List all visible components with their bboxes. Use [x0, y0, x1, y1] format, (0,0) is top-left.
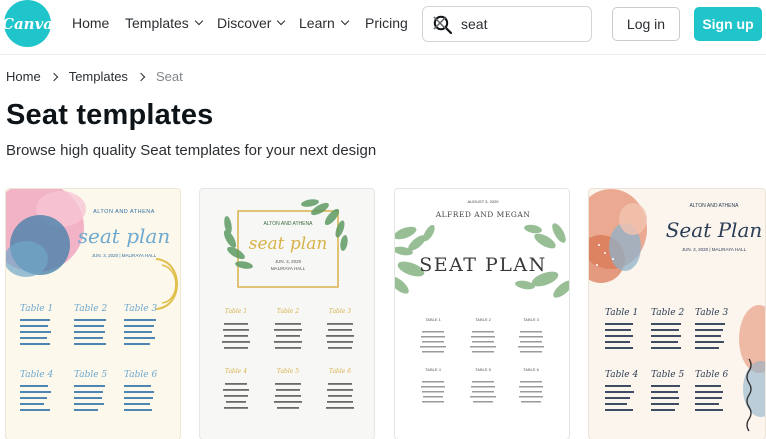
canva-logo[interactable]: Canva: [2, 0, 53, 47]
table-label: Table 6: [695, 370, 728, 380]
table-label: Table 4: [225, 368, 247, 375]
table-label: Table 4: [20, 370, 53, 380]
header-divider: [0, 54, 766, 55]
breadcrumb: Home Templates Seat: [6, 69, 183, 84]
nav-learn[interactable]: Learn: [299, 15, 350, 31]
breadcrumb-current: Seat: [155, 69, 183, 84]
nav-discover-label: Discover: [217, 15, 272, 31]
card-names: ALTON AND ATHENA: [264, 221, 314, 227]
card-heading: seat plan: [249, 234, 328, 254]
chevron-right-icon: [136, 72, 146, 81]
nav-home-label: Home: [72, 15, 110, 31]
nav-learn-label: Learn: [299, 15, 335, 31]
template-card-2[interactable]: ALTON AND ATHENA seat plan JUN. 3, 2020 …: [199, 188, 375, 439]
table-label: Table 3: [695, 308, 728, 318]
table-label: TABLE 3: [523, 317, 539, 322]
card-heading: seat plan: [78, 224, 170, 248]
table-label: Table 5: [277, 368, 299, 375]
login-button[interactable]: Log in: [612, 7, 680, 41]
table-label: TABLE 1: [425, 317, 441, 322]
table-label: Table 1: [605, 308, 638, 318]
template-card-1[interactable]: ALTON AND ATHENA seat plan JUN. 3, 2020 …: [5, 188, 181, 439]
card-names: ALFRED AND MEGAN: [435, 210, 531, 219]
breadcrumb-templates[interactable]: Templates: [69, 69, 128, 84]
table-label: Table 1: [20, 304, 53, 314]
table-label: TABLE 2: [475, 317, 491, 322]
nav-pricing[interactable]: Pricing: [365, 15, 408, 31]
table-label: Table 3: [329, 308, 351, 315]
search-box[interactable]: [422, 6, 592, 42]
card-names: ALTON AND ATHENA: [690, 203, 740, 209]
chevron-right-icon: [49, 72, 58, 81]
card-names: ALTON AND ATHENA: [93, 209, 155, 215]
page-title: Seat templates: [6, 99, 214, 131]
table-label: Table 6: [329, 368, 351, 375]
table-label: Table 6: [124, 370, 157, 380]
table-label: TABLE 4: [425, 367, 441, 372]
template-card-4[interactable]: ALTON AND ATHENA Seat Plan JUN. 3, 2020 …: [588, 188, 766, 439]
card-heading: SEAT PLAN: [419, 254, 547, 276]
nav-templates[interactable]: Templates: [125, 15, 204, 31]
table-label: Table 4: [605, 370, 638, 380]
chevron-down-icon: [340, 16, 350, 26]
chevron-down-icon: [194, 16, 204, 26]
table-label: TABLE 6: [523, 367, 539, 372]
table-label: TABLE 5: [475, 367, 491, 372]
chevron-down-icon: [277, 16, 286, 26]
template-card-3[interactable]: AUGUST 3, 2020 ALFRED AND MEGAN SEAT PLA…: [394, 188, 570, 439]
logo-text: Canva: [2, 14, 53, 33]
nav-home[interactable]: Home: [72, 15, 109, 31]
table-label: Table 5: [74, 370, 107, 380]
table-label: Table 3: [124, 304, 157, 314]
card-date: JUN. 3, 2020 | MALIRAYA HALL: [92, 253, 157, 258]
nav-pricing-label: Pricing: [365, 15, 408, 31]
breadcrumb-home[interactable]: Home: [6, 69, 41, 84]
card-date: JUN. 3, 2020: [275, 259, 302, 264]
template-thumbnail: ALTON AND ATHENA seat plan JUN. 3, 2020 …: [222, 199, 354, 409]
signup-button[interactable]: Sign up: [694, 7, 762, 41]
table-label: Table 2: [74, 304, 107, 314]
nav-discover[interactable]: Discover: [217, 15, 286, 31]
table-label: Table 5: [651, 370, 684, 380]
top-nav-bar: Canva Home Templates Discover Learn Pric…: [0, 0, 766, 48]
card-date: AUGUST 3, 2020: [467, 199, 499, 204]
table-label: Table 2: [651, 308, 684, 318]
card-venue: MALIRAYA HALL: [271, 266, 306, 271]
template-thumbnail: ALTON AND ATHENA Seat Plan JUN. 3, 2020 …: [589, 189, 765, 432]
template-thumbnail: AUGUST 3, 2020 ALFRED AND MEGAN SEAT PLA…: [395, 199, 569, 403]
template-thumbnail: ALTON AND ATHENA seat plan JUN. 3, 2020 …: [6, 189, 178, 411]
clear-search-icon[interactable]: [433, 15, 447, 31]
nav-templates-label: Templates: [125, 15, 189, 31]
card-heading: Seat Plan: [666, 218, 763, 242]
page-subtitle: Browse high quality Seat templates for y…: [6, 142, 377, 159]
card-date: JUN. 3, 2020 | MALIRAYA HALL: [682, 247, 747, 252]
table-label: Table 2: [277, 308, 299, 315]
search-input[interactable]: [461, 15, 561, 33]
table-label: Table 1: [225, 308, 247, 315]
